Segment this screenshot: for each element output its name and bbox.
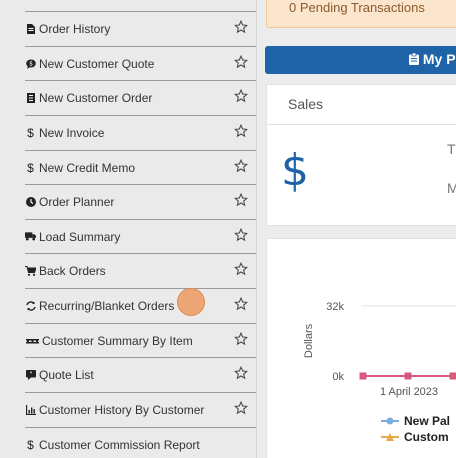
pending-text: 0 Pending Transactions [289, 0, 425, 15]
menu-item-customer-history-by-customer[interactable]: Customer History By Customer [25, 392, 256, 426]
x-tick-label: 1 April 2023 [380, 386, 438, 398]
y-tick-label: 32k [326, 301, 344, 313]
menu-label: New Invoice [39, 125, 105, 140]
pending-transactions-banner[interactable]: 0 Pending Transactions [266, 0, 456, 28]
sales-card: Sales $ T M [266, 84, 456, 226]
legend-marker [386, 417, 394, 425]
y-tick-label: 0k [332, 371, 344, 383]
menu-item-customer-summary-by-item[interactable]: Customer Summary By Item [25, 323, 256, 357]
menu-item-quote-list[interactable]: " Quote List [25, 357, 256, 391]
sales-metric-label: M [447, 180, 456, 196]
svg-text:$: $ [29, 60, 33, 67]
menu-label: Load Summary [39, 229, 121, 244]
menu-label: Quote List [39, 367, 94, 382]
menu-item-back-orders[interactable]: Back Orders [25, 253, 256, 287]
menu-label: New Customer Quote [39, 56, 155, 71]
cart-icon [25, 265, 36, 276]
truck-icon [25, 232, 36, 241]
menu-item-recurring-blanket-orders[interactable]: Recurring/Blanket Orders [25, 288, 256, 322]
star-icon[interactable] [234, 228, 248, 242]
my-button-label: My P [422, 51, 456, 67]
line-chart-icon [25, 404, 36, 415]
refresh-icon [25, 300, 36, 311]
star-icon[interactable] [234, 366, 248, 380]
star-icon[interactable] [234, 262, 248, 276]
menu-label: New Credit Memo [39, 160, 136, 175]
menu-item-load-summary[interactable]: Load Summary [25, 219, 256, 253]
menu-item-new-invoice[interactable]: $ New Invoice [25, 115, 256, 149]
quote-icon: " [25, 369, 36, 380]
star-icon[interactable] [234, 332, 248, 346]
legend-label: New Pal [404, 414, 450, 428]
sales-metric-label: T [447, 141, 456, 157]
menu-item-new-customer-order[interactable]: New Customer Order [25, 80, 256, 114]
star-icon[interactable] [234, 159, 248, 173]
data-point [449, 372, 456, 380]
order-book-icon [25, 92, 36, 103]
menu-item-order-history[interactable]: Order History [25, 11, 256, 45]
data-point [404, 372, 412, 380]
menu-label: Order Planner [39, 194, 115, 209]
menu-item-customer-commission-report[interactable]: $ Customer Commission Report [25, 427, 256, 458]
star-icon[interactable] [234, 55, 248, 69]
star-icon[interactable] [234, 20, 248, 34]
star-icon[interactable] [234, 297, 248, 311]
menu-label: Customer History By Customer [39, 402, 205, 417]
menu-item-new-customer-quote[interactable]: $ New Customer Quote [25, 46, 256, 80]
line-chart: 32k 0k Dollars 1 April 2023 New Pal Custom [303, 301, 456, 444]
dollar-icon: $ [27, 437, 34, 452]
menu-label: Customer Commission Report [39, 437, 200, 452]
click-indicator [177, 288, 205, 316]
dollar-icon: $ [281, 145, 309, 196]
dollar-icon: $ [27, 160, 34, 175]
my-button[interactable]: My P [265, 46, 456, 74]
clipboard-icon [409, 51, 423, 67]
speech-bubble-icon: $ [25, 59, 36, 69]
svg-text:": " [29, 371, 32, 378]
sidebar-menu: Order History $ New Customer Quote New C… [0, 0, 257, 458]
legend-label: Custom [404, 430, 449, 444]
menu-label: New Customer Order [39, 90, 153, 105]
sales-title: Sales [267, 85, 456, 125]
data-point [359, 372, 367, 380]
chart-card: 32k 0k Dollars 1 April 2023 New Pal Custom [266, 238, 456, 458]
document-icon [25, 23, 36, 34]
star-icon[interactable] [234, 193, 248, 207]
clock-icon [25, 196, 36, 207]
menu-item-order-planner[interactable]: Order Planner [25, 184, 256, 218]
dollar-icon: $ [27, 125, 34, 140]
pallet-icon [25, 338, 39, 344]
menu-label: Order History [39, 21, 111, 36]
star-icon[interactable] [234, 124, 248, 138]
menu-label: Back Orders [39, 263, 106, 278]
star-icon[interactable] [234, 401, 248, 415]
menu-label: Recurring/Blanket Orders [39, 298, 175, 313]
menu-label: Customer Summary By Item [42, 333, 193, 348]
y-axis-label: Dollars [303, 323, 315, 358]
star-icon[interactable] [234, 89, 248, 103]
menu-item-new-credit-memo[interactable]: $ New Credit Memo [25, 150, 256, 184]
